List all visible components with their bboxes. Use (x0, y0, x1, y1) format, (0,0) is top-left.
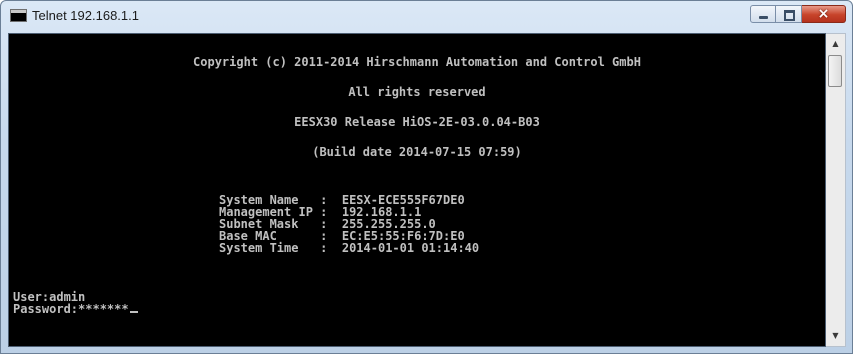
scroll-up-icon[interactable]: ▲ (826, 36, 845, 52)
password-prompt-line[interactable]: Password:******* (13, 302, 825, 316)
console-output[interactable]: Copyright (c) 2011-2014 Hirschmann Autom… (8, 33, 826, 347)
maximize-button[interactable] (776, 5, 802, 23)
text-cursor (129, 311, 138, 313)
console-icon[interactable] (10, 9, 27, 22)
window-title: Telnet 192.168.1.1 (32, 8, 139, 23)
banner-copyright: Copyright (c) 2011-2014 Hirschmann Autom… (193, 55, 641, 69)
close-icon: × (817, 6, 830, 22)
banner-release: EESX30 Release HiOS-2E-03.0.04-B03 (294, 115, 540, 129)
banner-build-date: (Build date 2014-07-15 07:59) (312, 145, 522, 159)
info-value: 2014-01-01 01:14:40 (341, 241, 480, 255)
vertical-scrollbar[interactable]: ▲ ▼ (826, 33, 846, 347)
minimize-button[interactable] (750, 5, 776, 23)
banner-rights: All rights reserved (348, 85, 486, 99)
close-button[interactable]: × (802, 5, 846, 23)
info-row-system-time: System Time : 2014-01-01 01:14:40 (219, 241, 825, 255)
caption-buttons: × (750, 5, 846, 25)
password-prompt: Password:******* (13, 302, 129, 316)
scroll-thumb[interactable] (828, 55, 842, 87)
scroll-down-icon[interactable]: ▼ (826, 328, 845, 344)
telnet-window: Telnet 192.168.1.1 × Copyright (c) 2011-… (0, 0, 853, 354)
info-label: System Time (219, 241, 321, 255)
info-sep: : (320, 241, 328, 255)
title-bar[interactable]: Telnet 192.168.1.1 × (1, 1, 852, 33)
